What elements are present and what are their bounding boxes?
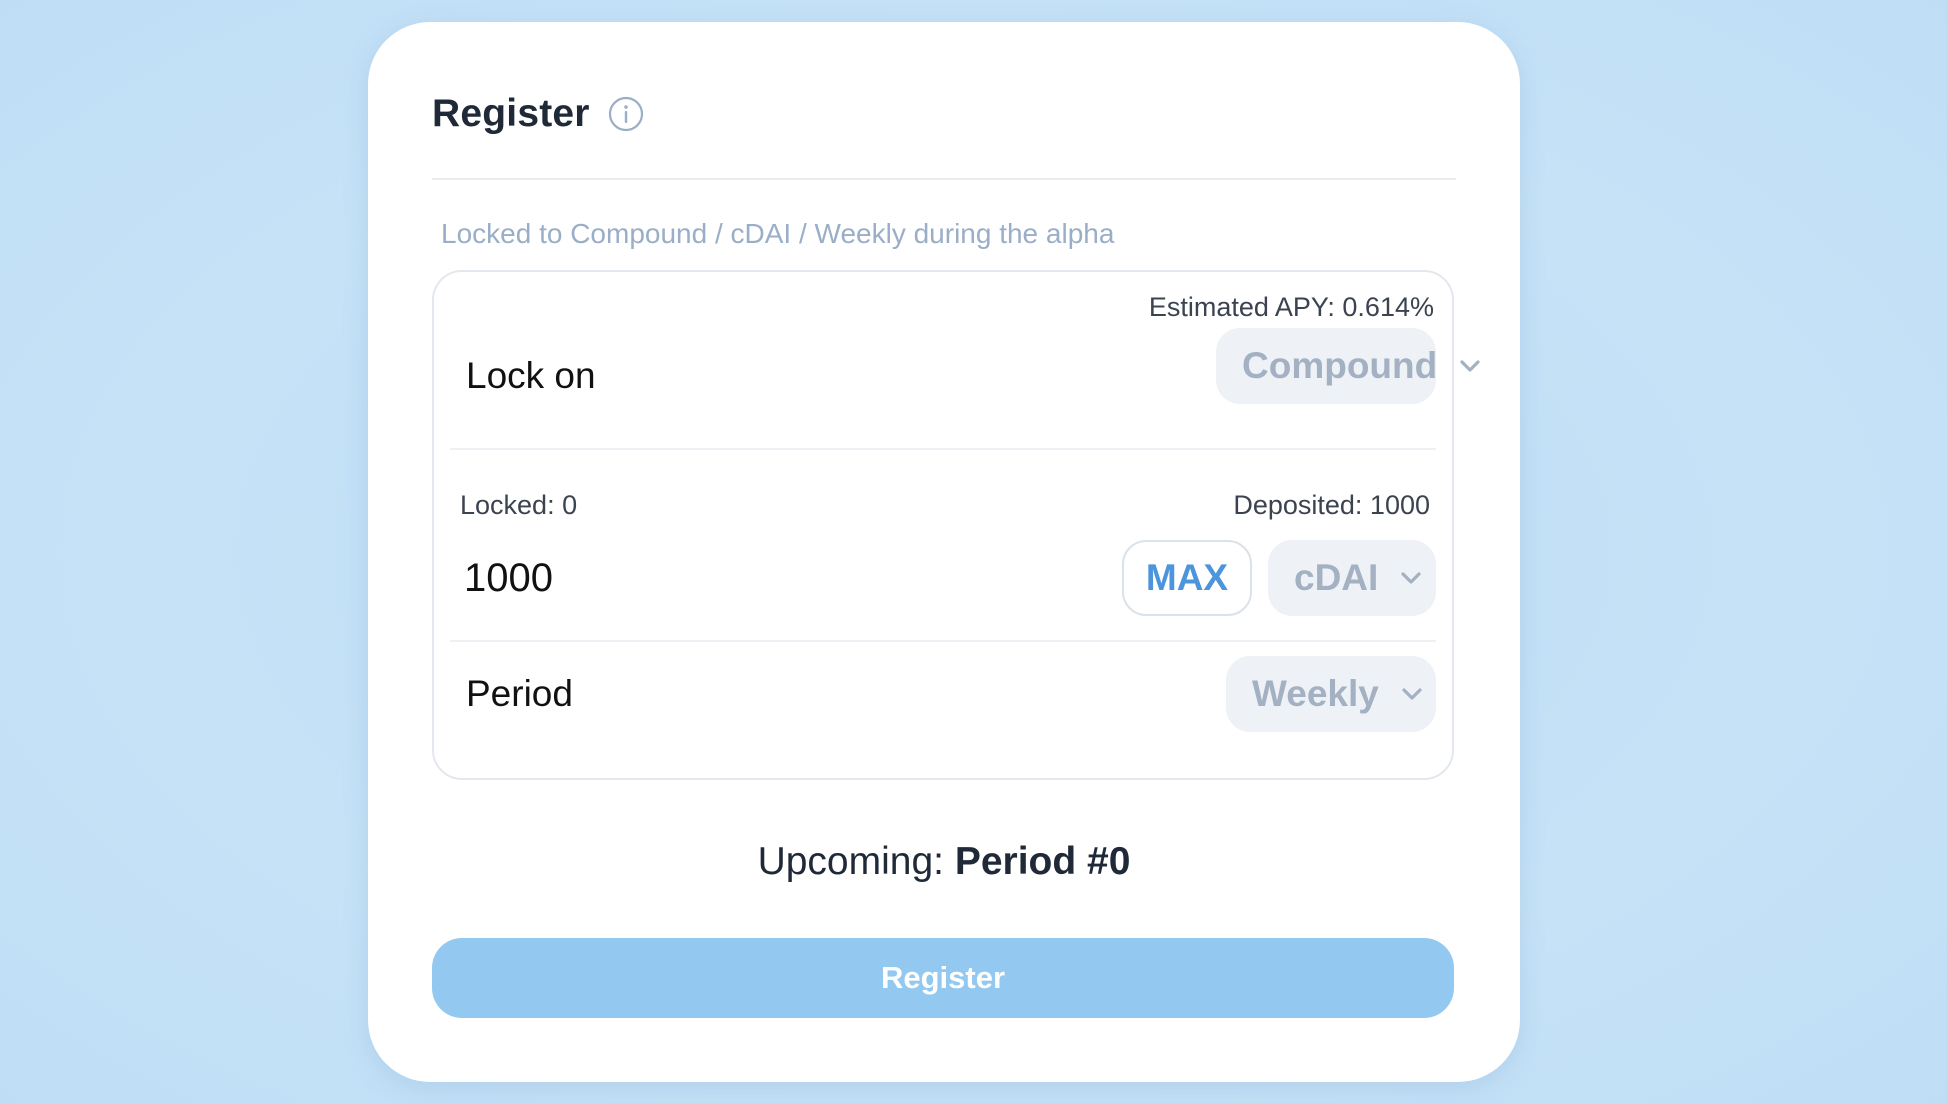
row-divider (450, 640, 1436, 642)
period-row: Period Weekly (452, 656, 1436, 766)
upcoming-period-value: Period #0 (954, 840, 1131, 883)
period-label: Period (466, 673, 573, 714)
card-header: Register (432, 92, 644, 136)
upcoming-period: Upcoming: Period #0 (368, 840, 1520, 884)
estimated-apy: Estimated APY: 0.614% (1148, 292, 1434, 322)
period-select[interactable]: Weekly (1226, 656, 1436, 732)
register-form: Estimated APY: 0.614% Lock on Compound L… (432, 270, 1480, 780)
chevron-down-icon (1459, 359, 1481, 373)
alpha-notice: Locked to Compound / cDAI / Weekly durin… (441, 218, 1115, 249)
chevron-down-icon (1401, 687, 1423, 701)
chevron-down-icon (1400, 571, 1422, 585)
header-divider (432, 178, 1456, 180)
deposited-amount: Deposited: 1000 (1233, 490, 1430, 520)
page-title: Register (432, 92, 590, 135)
protocol-select-value: Compound (1242, 345, 1438, 386)
max-button[interactable]: MAX (1122, 540, 1252, 616)
period-select-value: Weekly (1252, 673, 1379, 714)
token-select[interactable]: cDAI (1268, 540, 1436, 616)
row-divider (450, 448, 1436, 450)
lock-on-label: Lock on (466, 355, 596, 396)
token-select-value: cDAI (1294, 557, 1379, 598)
upcoming-label: Upcoming: (757, 840, 944, 883)
protocol-select[interactable]: Compound (1216, 328, 1480, 404)
register-card: Register Locked to Compound / cDAI / Wee… (368, 22, 1520, 1082)
amount-input[interactable] (464, 540, 964, 616)
amount-row: Locked: 0 Deposited: 1000 MAX cDAI (452, 464, 1436, 620)
register-button[interactable]: Register (432, 938, 1454, 1018)
lock-on-row: Estimated APY: 0.614% Lock on Compound (452, 272, 1480, 428)
info-icon[interactable] (608, 96, 644, 132)
amount-input-group: MAX cDAI (452, 540, 1436, 616)
locked-amount: Locked: 0 (460, 490, 578, 520)
